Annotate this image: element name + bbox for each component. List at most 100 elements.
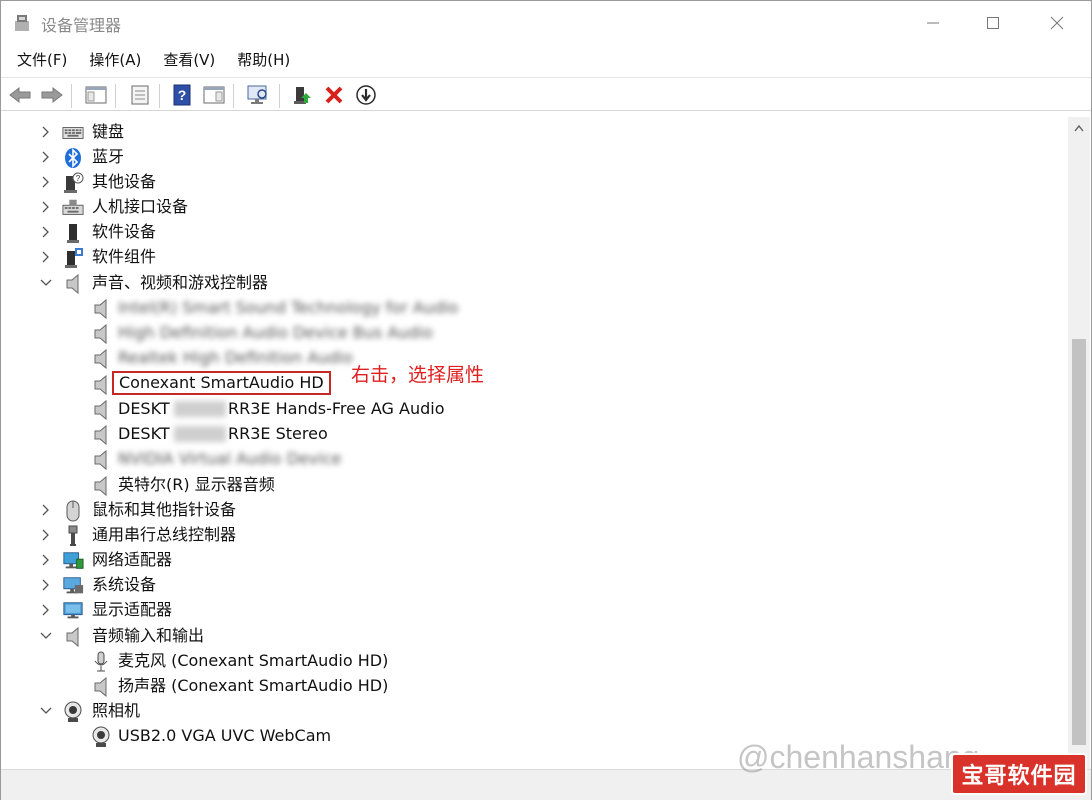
uninstall-device-icon[interactable] (321, 82, 347, 108)
disable-device-icon[interactable] (353, 82, 379, 108)
menu-action[interactable]: 操作(A) (79, 46, 151, 74)
svg-text:?: ? (76, 174, 81, 183)
usb-icon (62, 525, 84, 547)
chevron-down-icon[interactable] (39, 629, 53, 643)
tree-item-label: 麦克风 (Conexant SmartAudio HD) (118, 651, 389, 670)
chevron-down-icon[interactable] (39, 276, 53, 290)
update-driver-icon[interactable] (289, 82, 315, 108)
close-button[interactable] (1031, 1, 1083, 45)
chevron-right-icon[interactable] (39, 528, 53, 542)
chevron-right-icon[interactable] (39, 553, 53, 567)
tree-item-usb-controllers[interactable]: 通用串行总线控制器 (4, 523, 1064, 548)
tree-item-hid[interactable]: 人机接口设备 (4, 195, 1064, 220)
speaker-icon (90, 374, 112, 396)
tree-item-other-devices[interactable]: ? 其他设备 (4, 170, 1064, 195)
tree-item-label: 照相机 (92, 701, 141, 720)
software-device-icon (62, 222, 84, 244)
display-adapter-icon (62, 600, 84, 622)
vertical-scrollbar[interactable] (1068, 117, 1090, 769)
tree-item-label: Conexant SmartAudio HD (112, 371, 331, 395)
menu-bar: 文件(F) 操作(A) 查看(V) 帮助(H) (1, 45, 1091, 75)
chevron-right-icon[interactable] (39, 225, 53, 239)
tree-item-hands-free-audio[interactable]: DESKT RR3E Hands-Free AG Audio (4, 397, 1064, 422)
chevron-right-icon[interactable] (39, 250, 53, 264)
watermark-text: @chenhanshang (737, 739, 980, 775)
tree-item-network-adapters[interactable]: 网络适配器 (4, 548, 1064, 573)
redacted-text (174, 401, 226, 417)
tree-item-label: 软件组件 (92, 247, 157, 266)
toolbar: ? (1, 77, 1091, 111)
toolbar-separator (279, 84, 280, 108)
tree-item-mice[interactable]: 鼠标和其他指针设备 (4, 498, 1064, 523)
camera-icon (90, 726, 112, 748)
scrollbar-thumb[interactable] (1072, 339, 1086, 745)
hid-icon (62, 197, 84, 219)
device-tree: 键盘 蓝牙 ? 其他设备 人机接口设备 软件设备 软件组件 声音、视频和游戏控制… (4, 117, 1068, 769)
chevron-right-icon[interactable] (39, 503, 53, 517)
properties-icon[interactable] (127, 82, 153, 108)
tree-item-label: 蓝牙 (92, 147, 125, 166)
forward-arrow-icon[interactable] (39, 82, 65, 108)
tree-item-audio-inputs-outputs[interactable]: 音频输入和输出 (4, 624, 1064, 649)
action-pane-icon[interactable] (201, 82, 227, 108)
chevron-right-icon[interactable] (39, 175, 53, 189)
speaker-icon (62, 626, 84, 648)
tree-item-audio-device[interactable]: High Definition Audio Device Bus Audio (4, 321, 1064, 346)
tree-item-stereo[interactable]: DESKT RR3E Stereo (4, 422, 1064, 447)
tree-item-label: 扬声器 (Conexant SmartAudio HD) (118, 676, 389, 695)
other-device-icon: ? (62, 172, 84, 194)
chevron-right-icon[interactable] (39, 603, 53, 617)
menu-file[interactable]: 文件(F) (7, 46, 77, 74)
tree-item-audio-device[interactable]: Intel(R) Smart Sound Technology for Audi… (4, 296, 1064, 321)
chevron-right-icon[interactable] (39, 125, 53, 139)
toolbar-separator (71, 84, 72, 108)
speaker-icon (62, 273, 84, 295)
tree-item-microphone[interactable]: 麦克风 (Conexant SmartAudio HD) (4, 649, 1064, 674)
tree-item-software-devices[interactable]: 软件设备 (4, 220, 1064, 245)
tree-item-conexant-smartaudio-hd[interactable]: Conexant SmartAudio HD (4, 371, 1064, 397)
tree-item-software-components[interactable]: 软件组件 (4, 245, 1064, 270)
microphone-icon (90, 651, 112, 673)
tree-item-audio-device[interactable]: Realtek High Definition Audio (4, 346, 1064, 371)
software-component-icon (62, 247, 84, 269)
scan-hardware-icon[interactable] (245, 82, 271, 108)
speaker-icon (90, 475, 112, 497)
tree-item-sound-video-game-controllers[interactable]: 声音、视频和游戏控制器 (4, 271, 1064, 296)
tree-item-label: USB2.0 VGA UVC WebCam (118, 726, 332, 745)
menu-view[interactable]: 查看(V) (153, 46, 225, 74)
show-hide-console-tree-icon[interactable] (83, 82, 109, 108)
tree-item-system-devices[interactable]: 系统设备 (4, 573, 1064, 598)
minimize-button[interactable] (907, 1, 959, 45)
tree-item-label: 音频输入和输出 (92, 626, 205, 645)
toolbar-separator (159, 84, 160, 108)
chevron-right-icon[interactable] (39, 200, 53, 214)
chevron-down-icon[interactable] (39, 704, 53, 718)
svg-text:?: ? (178, 87, 187, 103)
menu-help[interactable]: 帮助(H) (227, 46, 300, 74)
tree-item-audio-device[interactable]: NVIDIA Virtual Audio Device (4, 447, 1064, 472)
tree-item-display-adapters[interactable]: 显示适配器 (4, 598, 1064, 623)
tree-item-bluetooth[interactable]: 蓝牙 (4, 145, 1064, 170)
tree-item-intel-display-audio[interactable]: 英特尔(R) 显示器音频 (4, 473, 1064, 498)
speaker-icon (90, 348, 112, 370)
back-arrow-icon[interactable] (7, 82, 33, 108)
speaker-icon (90, 298, 112, 320)
toolbar-separator (233, 84, 234, 108)
scroll-up-arrow-icon[interactable] (1068, 117, 1090, 139)
tree-item-keyboard[interactable]: 键盘 (4, 120, 1064, 145)
speaker-icon (90, 449, 112, 471)
bluetooth-icon (62, 147, 84, 169)
tree-item-label: 声音、视频和游戏控制器 (92, 273, 269, 292)
tree-item-label: 鼠标和其他指针设备 (92, 500, 237, 519)
maximize-button[interactable] (967, 1, 1019, 45)
tree-item-cameras[interactable]: 照相机 (4, 699, 1064, 724)
tree-item-label: 网络适配器 (92, 550, 173, 569)
chevron-right-icon[interactable] (39, 150, 53, 164)
speaker-icon (90, 323, 112, 345)
help-icon[interactable]: ? (169, 82, 195, 108)
tree-item-speakers[interactable]: 扬声器 (Conexant SmartAudio HD) (4, 674, 1064, 699)
tree-item-label: RR3E Stereo (228, 424, 328, 443)
network-icon (62, 550, 84, 572)
watermark-badge: 宝哥软件园 (951, 753, 1087, 795)
chevron-right-icon[interactable] (39, 578, 53, 592)
